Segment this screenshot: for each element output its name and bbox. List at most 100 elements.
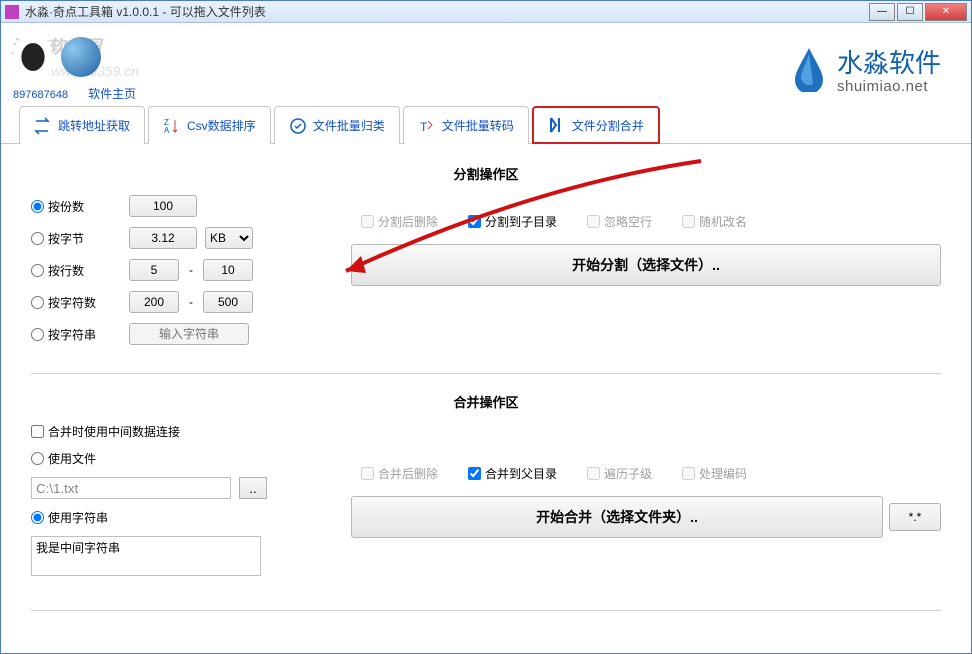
merge-string-textarea[interactable]: 我是中间字符串	[31, 536, 261, 576]
tab-label: Csv数据排序	[187, 117, 256, 134]
titlebar: 水淼·奇点工具箱 v1.0.0.1 - 可以拖入文件列表 — ☐ ✕	[1, 1, 971, 23]
radio-label: 按字符串	[48, 326, 96, 343]
header-icons	[13, 33, 959, 81]
radio-label: 按行数	[48, 262, 84, 279]
svg-text:T: T	[420, 120, 428, 134]
check-traverse-sub[interactable]: 遍历子级	[587, 465, 652, 482]
radio-label: 按字节	[48, 230, 84, 247]
lines-to-input[interactable]	[203, 259, 253, 281]
section-divider	[31, 373, 941, 374]
bytes-input[interactable]	[129, 227, 197, 249]
tab-label: 文件分割合并	[572, 117, 644, 134]
check-random-rename-input	[682, 215, 695, 228]
check-handle-encoding-input	[682, 467, 695, 480]
count-input[interactable]	[129, 195, 197, 217]
redirect-icon	[34, 117, 52, 135]
minimize-button[interactable]: —	[869, 3, 895, 21]
window-title: 水淼·奇点工具箱 v1.0.0.1 - 可以拖入文件列表	[25, 3, 869, 20]
bytes-unit-select[interactable]: KB	[205, 227, 253, 249]
chars-to-input[interactable]	[203, 291, 253, 313]
split-merge-icon	[548, 116, 566, 134]
check-label: 合并时使用中间数据连接	[48, 423, 180, 440]
close-button[interactable]: ✕	[925, 3, 967, 21]
radio-by-lines-input[interactable]	[31, 264, 44, 277]
tab-csv-sort[interactable]: ZA Csv数据排序	[148, 106, 271, 144]
check-use-middle-data-input[interactable]	[31, 425, 44, 438]
classify-icon	[289, 117, 307, 135]
check-label: 分割到子目录	[485, 213, 557, 230]
check-random-rename[interactable]: 随机改名	[682, 213, 747, 230]
start-split-button[interactable]: 开始分割（选择文件）..	[351, 244, 941, 286]
tab-label: 文件批量归类	[313, 117, 385, 134]
check-to-parent-input[interactable]	[468, 467, 481, 480]
check-to-subdir[interactable]: 分割到子目录	[468, 213, 557, 230]
string-input[interactable]	[129, 323, 249, 345]
svg-text:A: A	[164, 126, 170, 135]
chars-from-input[interactable]	[129, 291, 179, 313]
sort-icon: ZA	[163, 117, 181, 135]
browse-file-button[interactable]: ..	[239, 477, 267, 499]
start-merge-button[interactable]: 开始合并（选择文件夹）..	[351, 496, 883, 538]
radio-by-string-input[interactable]	[31, 328, 44, 341]
check-to-parent[interactable]: 合并到父目录	[468, 465, 557, 482]
tab-classify[interactable]: 文件批量归类	[274, 106, 400, 144]
tab-label: 跳转地址获取	[58, 117, 130, 134]
check-label: 分割后删除	[378, 213, 438, 230]
tab-bar: 跳转地址获取 ZA Csv数据排序 文件批量归类 T 文件批量转码 文件分割合并	[1, 105, 971, 144]
radio-by-bytes[interactable]: 按字节	[31, 230, 121, 247]
dash: -	[189, 263, 193, 277]
software-home-link[interactable]: 软件主页	[88, 85, 136, 102]
merge-section-title: 合并操作区	[31, 392, 941, 411]
check-delete-after-merge[interactable]: 合并后删除	[361, 465, 438, 482]
radio-use-file-input[interactable]	[31, 452, 44, 465]
radio-by-chars[interactable]: 按字符数	[31, 294, 121, 311]
tab-split-merge[interactable]: 文件分割合并	[532, 106, 660, 144]
check-delete-after-split-input	[361, 215, 374, 228]
tab-label: 文件批量转码	[442, 117, 514, 134]
tab-redirect[interactable]: 跳转地址获取	[19, 106, 145, 144]
file-path-input[interactable]	[31, 477, 231, 499]
check-traverse-sub-input	[587, 467, 600, 480]
ext-filter-input[interactable]	[889, 503, 941, 531]
lines-from-input[interactable]	[129, 259, 179, 281]
maximize-button[interactable]: ☐	[897, 3, 923, 21]
check-label: 合并后删除	[378, 465, 438, 482]
radio-use-file[interactable]: 使用文件	[31, 450, 111, 467]
radio-label: 使用字符串	[48, 509, 108, 526]
qq-penguin-icon[interactable]	[13, 33, 53, 81]
dash: -	[189, 295, 193, 309]
radio-by-count[interactable]: 按份数	[31, 198, 121, 215]
check-skip-empty[interactable]: 忽略空行	[587, 213, 652, 230]
check-label: 遍历子级	[604, 465, 652, 482]
bottom-divider	[31, 610, 941, 611]
header-area: 河东软件园 www.pc0359.cn 897687648 软件主页 水淼软件 …	[1, 23, 971, 103]
radio-label: 按字符数	[48, 294, 96, 311]
radio-by-bytes-input[interactable]	[31, 232, 44, 245]
globe-icon[interactable]	[61, 37, 101, 77]
radio-label: 按份数	[48, 198, 84, 215]
radio-by-count-input[interactable]	[31, 200, 44, 213]
check-skip-empty-input	[587, 215, 600, 228]
check-label: 处理编码	[699, 465, 747, 482]
window-controls: — ☐ ✕	[869, 3, 967, 21]
check-use-middle-data[interactable]: 合并时使用中间数据连接	[31, 423, 180, 440]
qq-number-link[interactable]: 897687648	[13, 89, 68, 101]
app-window: 水淼·奇点工具箱 v1.0.0.1 - 可以拖入文件列表 — ☐ ✕ 河东软件园…	[0, 0, 972, 654]
check-label: 忽略空行	[604, 213, 652, 230]
split-section-title: 分割操作区	[31, 164, 941, 183]
check-handle-encoding[interactable]: 处理编码	[682, 465, 747, 482]
radio-by-lines[interactable]: 按行数	[31, 262, 121, 279]
radio-by-chars-input[interactable]	[31, 296, 44, 309]
check-delete-after-merge-input	[361, 467, 374, 480]
check-label: 合并到父目录	[485, 465, 557, 482]
app-icon	[5, 5, 19, 19]
radio-by-string[interactable]: 按字符串	[31, 326, 121, 343]
check-delete-after-split[interactable]: 分割后删除	[361, 213, 438, 230]
check-to-subdir-input[interactable]	[468, 215, 481, 228]
radio-use-string-input[interactable]	[31, 511, 44, 524]
content-area: 分割操作区 按份数 按字节 KB	[1, 144, 971, 649]
tab-transcode[interactable]: T 文件批量转码	[403, 106, 529, 144]
radio-use-string[interactable]: 使用字符串	[31, 509, 131, 526]
transcode-icon: T	[418, 117, 436, 135]
check-label: 随机改名	[699, 213, 747, 230]
